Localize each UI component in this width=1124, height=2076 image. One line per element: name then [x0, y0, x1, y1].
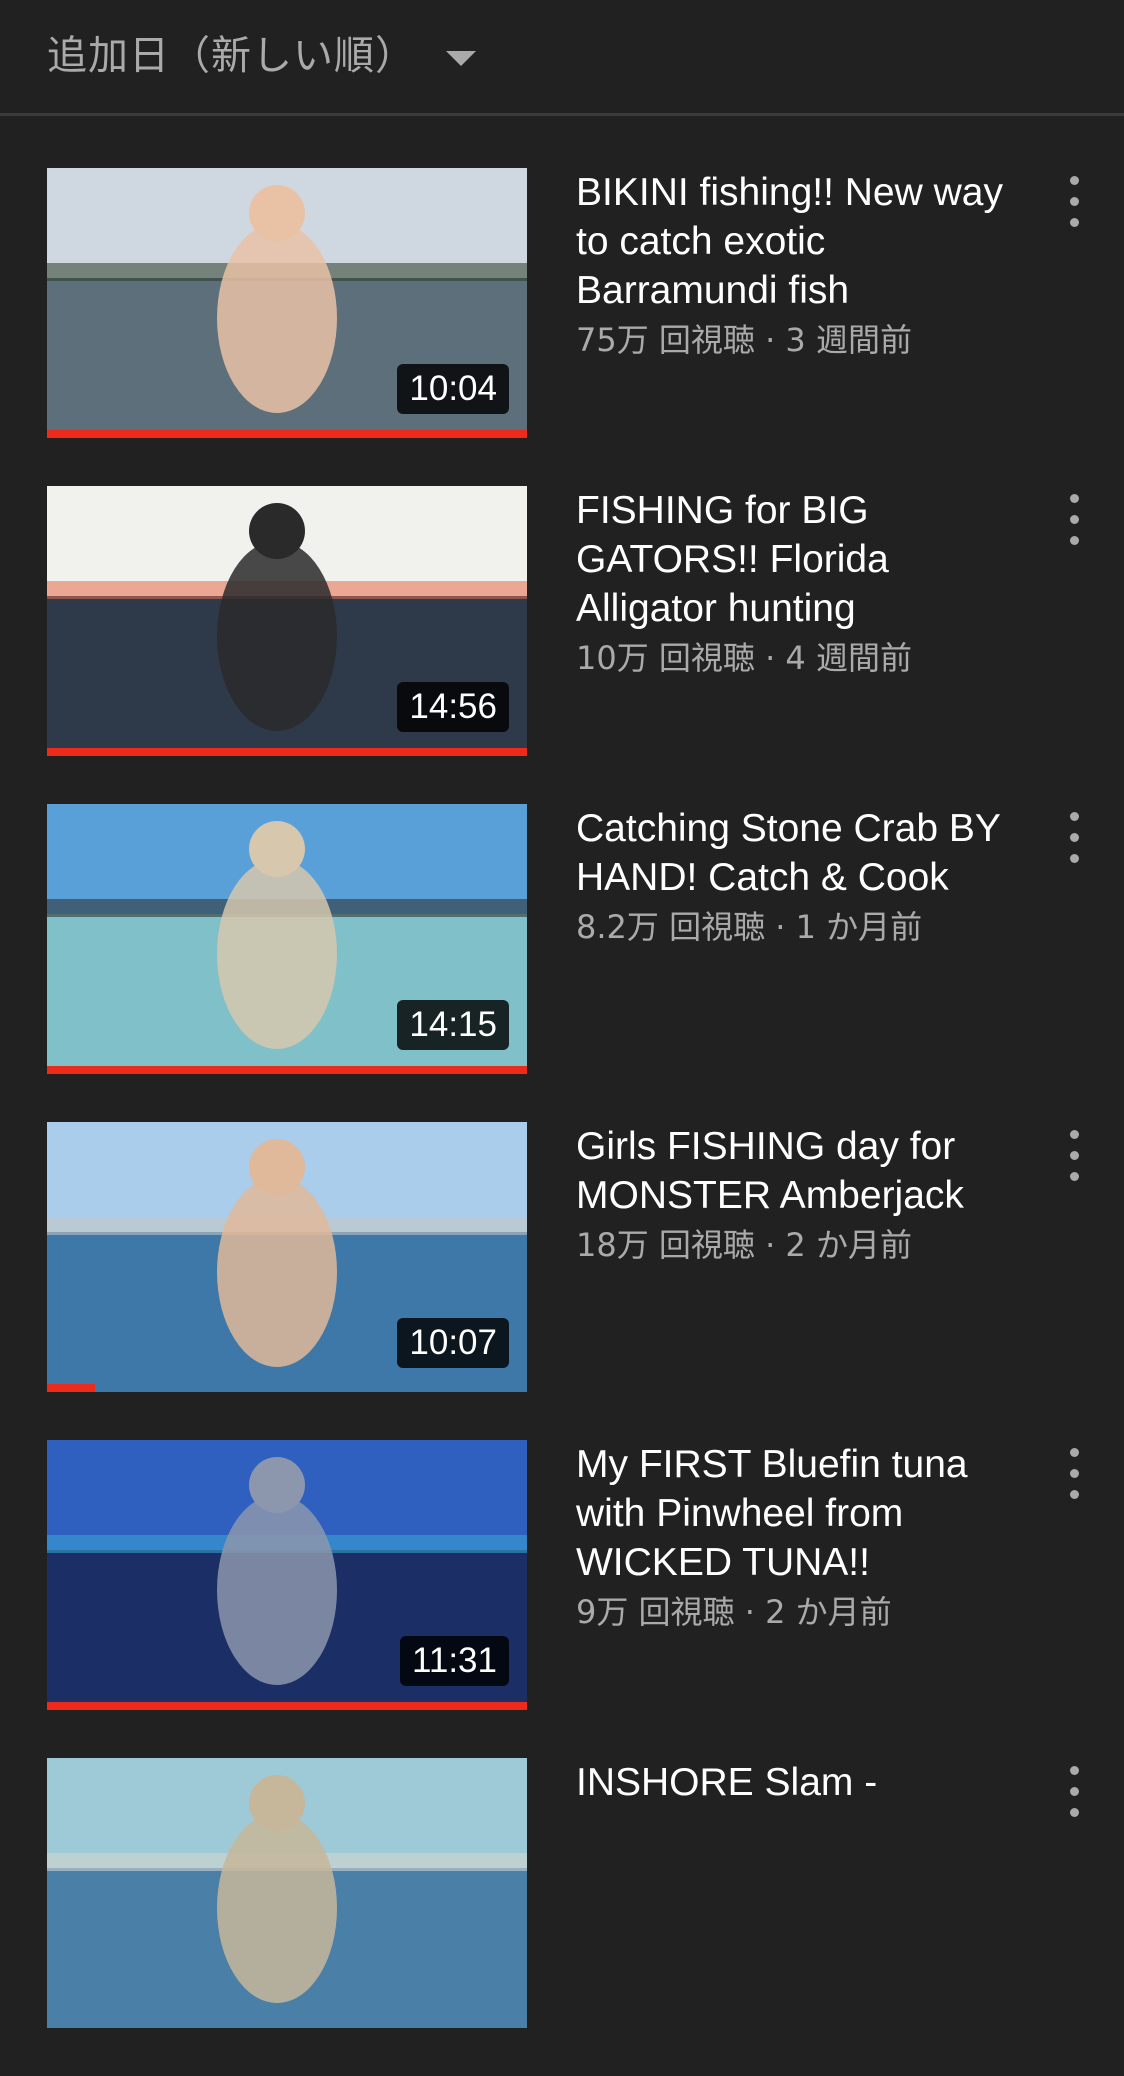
more-dot — [1070, 1766, 1079, 1775]
more-vertical-icon[interactable] — [1060, 494, 1090, 546]
sort-label[interactable]: 追加日（新しい順） — [47, 28, 416, 84]
duration-badge: 11:31 — [400, 1636, 509, 1686]
more-dot — [1070, 515, 1079, 524]
video-item[interactable]: 11:31 My FIRST Bluefin tuna with Pinwheel… — [0, 1440, 1124, 1758]
meta-separator: · — [734, 1593, 766, 1631]
more-dot — [1070, 494, 1079, 503]
sort-bar[interactable]: 追加日（新しい順） — [0, 0, 1124, 116]
more-dot — [1070, 1808, 1079, 1817]
video-title[interactable]: Girls FISHING day for MONSTER Amberjack — [576, 1122, 1006, 1220]
video-title[interactable]: BIKINI fishing!! New way to catch exotic… — [576, 168, 1006, 315]
meta-separator: · — [754, 1226, 786, 1264]
video-meta: 8.2万 回視聴 · 1 か月前 — [576, 904, 1006, 950]
watch-progress-bar — [47, 1384, 95, 1392]
video-info: My FIRST Bluefin tuna with Pinwheel from… — [576, 1440, 1006, 1635]
upload-age: 2 か月前 — [785, 1226, 912, 1264]
view-count: 8.2万 回視聴 — [576, 908, 766, 946]
meta-separator: · — [754, 321, 786, 359]
video-title[interactable]: INSHORE Slam - — [576, 1758, 1006, 1807]
more-vertical-icon[interactable] — [1060, 1448, 1090, 1500]
video-title[interactable]: Catching Stone Crab BY HAND! Catch & Coo… — [576, 804, 1006, 902]
video-meta: 10万 回視聴 · 4 週間前 — [576, 635, 1006, 681]
watch-progress-bar — [47, 430, 527, 438]
video-thumbnail[interactable]: 14:56 — [47, 486, 527, 756]
more-vertical-icon[interactable] — [1060, 1766, 1090, 1818]
video-title[interactable]: FISHING for BIG GATORS!! Florida Alligat… — [576, 486, 1006, 633]
more-dot — [1070, 176, 1079, 185]
video-item[interactable]: 14:15 Catching Stone Crab BY HAND! Catch … — [0, 804, 1124, 1122]
upload-age: 1 か月前 — [795, 908, 923, 946]
more-dot — [1070, 1469, 1079, 1478]
duration-badge: 14:56 — [397, 682, 509, 732]
more-dot — [1070, 1490, 1079, 1499]
video-thumbnail[interactable]: 14:15 — [47, 804, 527, 1074]
watch-progress-bar — [47, 1066, 527, 1074]
more-dot — [1070, 218, 1079, 227]
duration-badge: 14:15 — [397, 1000, 509, 1050]
view-count: 75万 回視聴 — [576, 321, 755, 359]
view-count: 18万 回視聴 — [576, 1226, 755, 1264]
video-thumbnail[interactable]: 11:31 — [47, 1440, 527, 1710]
more-dot — [1070, 536, 1079, 545]
meta-separator: · — [754, 639, 786, 677]
more-dot — [1070, 1787, 1079, 1796]
dropdown-caret-icon[interactable] — [446, 51, 476, 66]
more-dot — [1070, 1130, 1079, 1139]
video-info: Girls FISHING day for MONSTER Amberjack 1… — [576, 1122, 1006, 1268]
more-vertical-icon[interactable] — [1060, 176, 1090, 228]
more-vertical-icon[interactable] — [1060, 812, 1090, 864]
view-count: 10万 回視聴 — [576, 639, 755, 677]
more-dot — [1070, 812, 1079, 821]
video-meta: 9万 回視聴 · 2 か月前 — [576, 1589, 1006, 1635]
video-item[interactable]: INSHORE Slam - — [0, 1758, 1124, 2076]
video-thumbnail[interactable]: 10:07 — [47, 1122, 527, 1392]
watch-progress-bar — [47, 748, 527, 756]
video-title[interactable]: My FIRST Bluefin tuna with Pinwheel from… — [576, 1440, 1006, 1587]
video-item[interactable]: 10:07 Girls FISHING day for MONSTER Amber… — [0, 1122, 1124, 1440]
more-vertical-icon[interactable] — [1060, 1130, 1090, 1182]
watch-progress-bar — [47, 1702, 527, 1710]
video-info: INSHORE Slam - — [576, 1758, 1006, 1807]
video-item[interactable]: 10:04 BIKINI fishing!! New way to catch e… — [0, 168, 1124, 486]
upload-age: 2 か月前 — [765, 1593, 892, 1631]
duration-badge: 10:04 — [397, 364, 509, 414]
view-count: 9万 回視聴 — [576, 1593, 735, 1631]
more-dot — [1070, 197, 1079, 206]
video-meta: 18万 回視聴 · 2 か月前 — [576, 1222, 1006, 1268]
more-dot — [1070, 833, 1079, 842]
meta-separator: · — [765, 908, 796, 946]
more-dot — [1070, 1172, 1079, 1181]
duration-badge: 10:07 — [397, 1318, 509, 1368]
upload-age: 3 週間前 — [785, 321, 912, 359]
video-item[interactable]: 14:56 FISHING for BIG GATORS!! Florida Al… — [0, 486, 1124, 804]
more-dot — [1070, 1151, 1079, 1160]
video-info: BIKINI fishing!! New way to catch exotic… — [576, 168, 1006, 363]
more-dot — [1070, 854, 1079, 863]
video-info: Catching Stone Crab BY HAND! Catch & Coo… — [576, 804, 1006, 950]
video-info: FISHING for BIG GATORS!! Florida Alligat… — [576, 486, 1006, 681]
video-meta: 75万 回視聴 · 3 週間前 — [576, 317, 1006, 363]
upload-age: 4 週間前 — [785, 639, 912, 677]
more-dot — [1070, 1448, 1079, 1457]
video-thumbnail[interactable]: 10:04 — [47, 168, 527, 438]
